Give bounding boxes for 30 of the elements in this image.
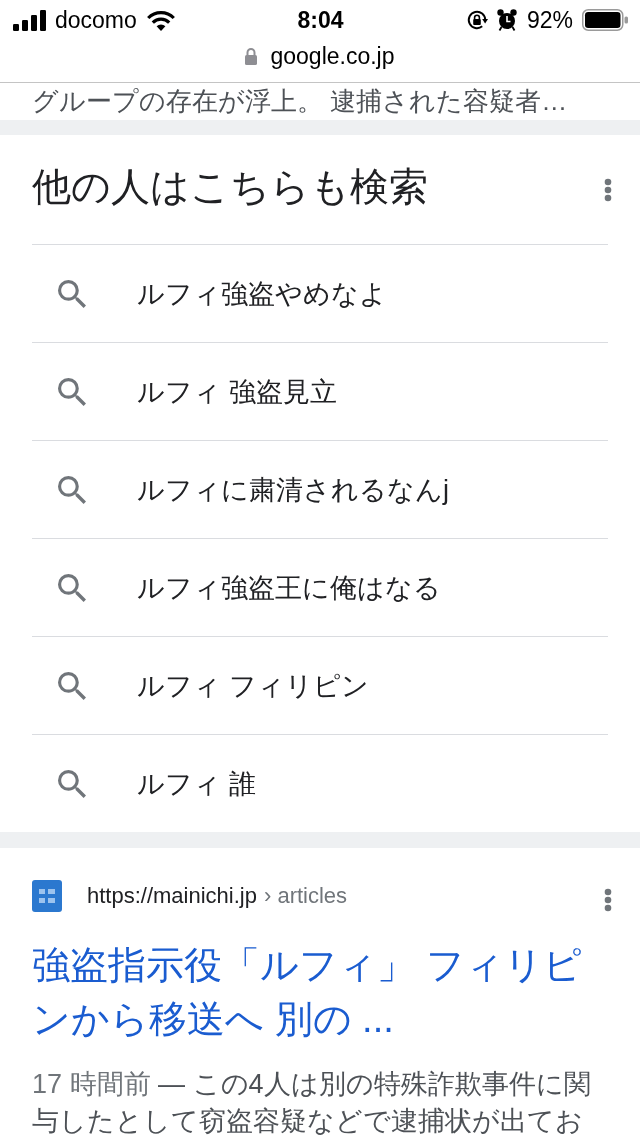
breadcrumb-path: › articles xyxy=(263,883,348,909)
search-icon xyxy=(58,671,86,700)
related-search-link[interactable]: ルフィ強盗やめなよ xyxy=(32,244,608,342)
address-bar[interactable]: google.co.jp xyxy=(245,42,395,80)
search-icon xyxy=(58,475,86,504)
site-url: https://mainichi.jp xyxy=(87,883,257,909)
clock-time: 8:04 xyxy=(297,6,344,34)
search-icon xyxy=(58,769,86,798)
battery-percentage: 92% xyxy=(526,6,573,34)
section-title: 他の人はこちらも検索 xyxy=(32,163,428,210)
signal-bars-icon xyxy=(13,9,46,31)
search-icon xyxy=(58,573,86,602)
result-snippet: 17 時間前 — この4人は別の特殊詐欺事件に関与したとして窃盗容疑などで逮捕状が出てお xyxy=(32,1068,592,1136)
result-snippet: グループの存在が浮上。 逮捕された容疑者… xyxy=(32,86,569,116)
more-options-icon[interactable] xyxy=(604,888,612,912)
site-logo-icon xyxy=(32,880,62,912)
alarm-clock-icon xyxy=(496,9,517,31)
search-icon xyxy=(58,377,86,406)
carrier-name: docomo xyxy=(55,6,137,34)
battery-icon xyxy=(582,9,628,31)
search-icon xyxy=(58,279,86,308)
related-search-link[interactable]: ルフィ フィリピン xyxy=(32,636,608,734)
more-options-icon[interactable] xyxy=(604,177,612,202)
wifi-icon xyxy=(145,9,176,31)
related-search-link[interactable]: ルフィに粛清されるなんj xyxy=(32,440,608,538)
orientation-lock-icon xyxy=(465,9,488,31)
related-search-link[interactable]: ルフィ 強盗見立 xyxy=(32,342,608,440)
lock-icon xyxy=(245,47,258,65)
result-title-link[interactable]: 強盗指示役「ルフィ」 フィリピンから移送へ 別の ... xyxy=(32,938,608,1046)
related-search-link[interactable]: ルフィ強盗王に俺はなる xyxy=(32,538,608,636)
